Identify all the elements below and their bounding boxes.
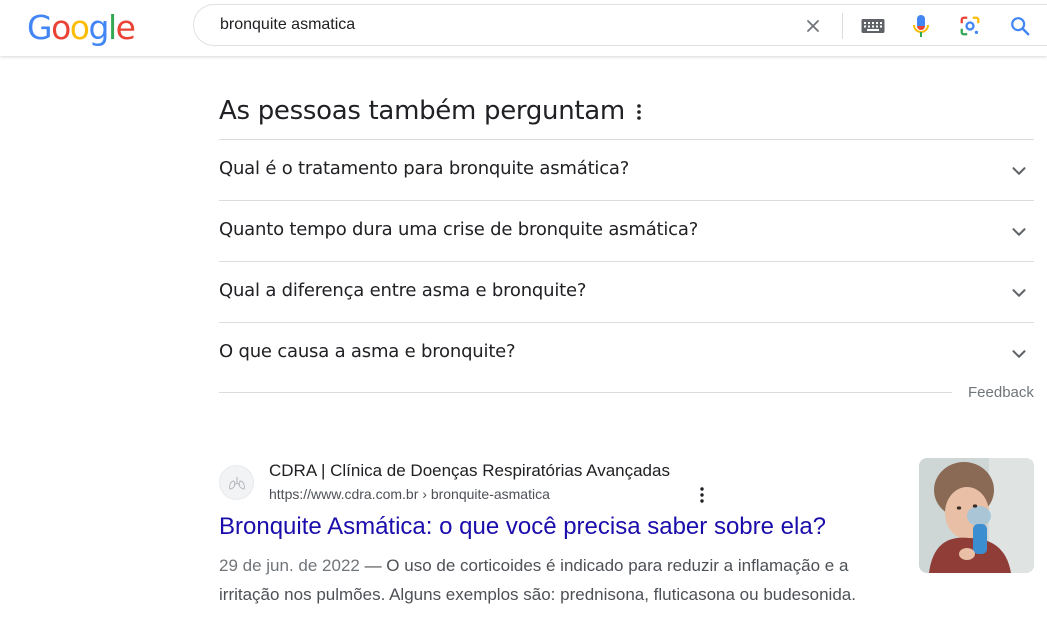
chevron-down-icon (1012, 167, 1026, 175)
microphone-icon[interactable] (907, 12, 935, 40)
logo-letter: G (27, 8, 53, 47)
paa-question[interactable]: O que causa a asma e bronquite? (219, 322, 1034, 383)
search-input[interactable] (220, 15, 780, 35)
paa-heading: As pessoas também perguntam (219, 96, 625, 126)
paa-list: Qual é o tratamento para bronquite asmát… (219, 139, 1034, 383)
child-nebulizer-image (919, 458, 1034, 573)
chevron-down-icon (1012, 289, 1026, 297)
top-bar: Google (0, 0, 1047, 56)
result-site-name[interactable]: CDRA | Clínica de Doenças Respiratórias … (269, 461, 670, 481)
search-box (193, 4, 1047, 46)
result-thumbnail[interactable] (919, 458, 1034, 573)
paa-question[interactable]: Quanto tempo dura uma crise de bronquite… (219, 200, 1034, 261)
paa-divider (219, 392, 952, 393)
paa-question-text: Quanto tempo dura uma crise de bronquite… (219, 219, 699, 240)
paa-question-text: Qual é o tratamento para bronquite asmát… (219, 158, 630, 179)
chevron-down-icon (1012, 350, 1026, 358)
paa-question[interactable]: Qual é o tratamento para bronquite asmát… (219, 139, 1034, 200)
google-logo[interactable]: Google (27, 8, 136, 48)
paa-question-text: Qual a diferença entre asma e bronquite? (219, 280, 587, 301)
close-icon[interactable] (799, 12, 827, 40)
logo-letter: o (51, 8, 71, 47)
logo-letter: o (69, 8, 90, 47)
result-snippet: 29 de jun. de 2022 — O uso de corticoide… (219, 551, 899, 609)
search-divider (842, 13, 843, 39)
chevron-down-icon (1012, 228, 1026, 236)
paa-question-text: O que causa a asma e bronquite? (219, 341, 516, 362)
feedback-link[interactable]: Feedback (968, 384, 1034, 401)
more-options-icon[interactable] (692, 485, 712, 505)
logo-letter: l (107, 8, 117, 47)
more-options-icon[interactable] (628, 100, 650, 124)
keyboard-icon[interactable] (859, 12, 887, 40)
paa-question[interactable]: Qual a diferença entre asma e bronquite? (219, 261, 1034, 322)
result-date: 29 de jun. de 2022 (219, 556, 360, 575)
search-icon[interactable] (1006, 12, 1034, 40)
lens-icon[interactable] (956, 12, 984, 40)
result-url[interactable]: https://www.cdra.com.br › bronquite-asma… (269, 486, 550, 502)
result-title-link[interactable]: Bronquite Asmática: o que você precisa s… (219, 513, 826, 541)
site-favicon[interactable] (219, 465, 254, 500)
logo-letter: e (115, 8, 136, 47)
lungs-icon (228, 476, 245, 489)
logo-letter: g (88, 8, 109, 47)
